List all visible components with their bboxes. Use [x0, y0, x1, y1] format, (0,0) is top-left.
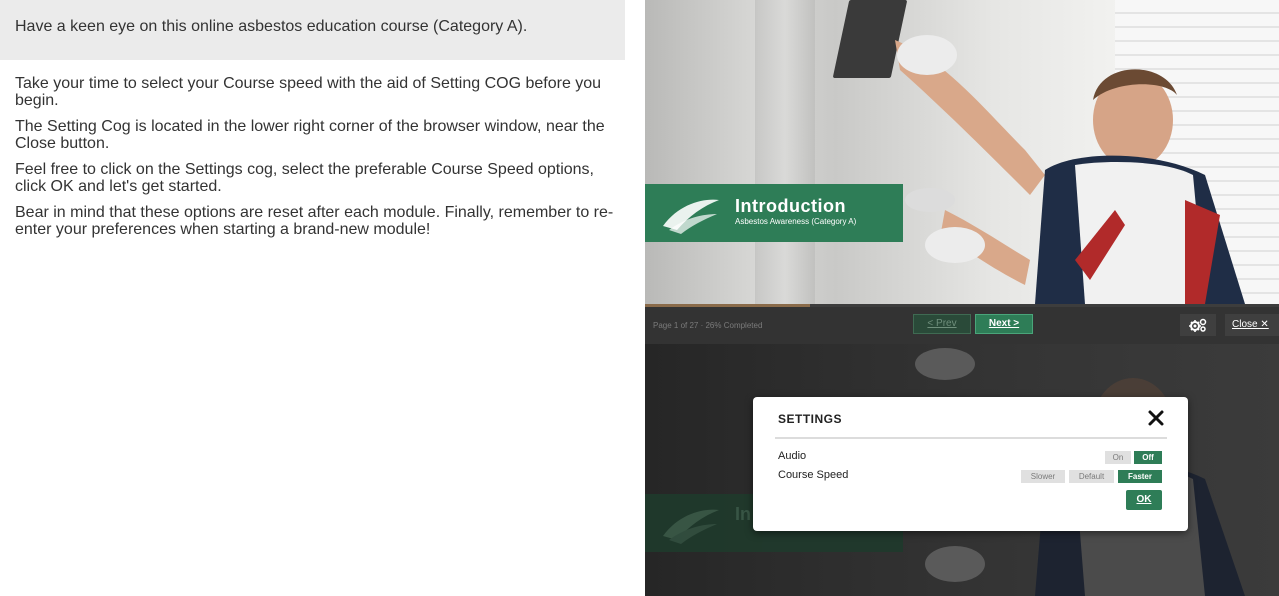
course-banner: Have a keen eye on this online asbestos … [0, 0, 625, 60]
dim-intro-title: In [735, 504, 751, 524]
intro-subtitle: Asbestos Awareness (Category A) [735, 217, 857, 226]
leaf-logo-icon [663, 199, 719, 234]
instruction-paragraph: Feel free to click on the Settings cog, … [15, 161, 594, 195]
speed-faster-option[interactable]: Faster [1118, 470, 1162, 483]
instruction-paragraph: Take your time to select your Course spe… [15, 75, 602, 109]
speed-default-option[interactable]: Default [1069, 470, 1114, 483]
audio-off-option[interactable]: Off [1134, 451, 1162, 464]
settings-dialog: SETTINGS Audio On Off Course Speed Slowe… [753, 397, 1188, 531]
instruction-paragraph: The Setting Cog is located in the lower … [15, 118, 605, 152]
instruction-paragraph: Bear in mind that these options are rese… [15, 204, 614, 238]
gear-icon [1189, 318, 1207, 332]
progress-track [645, 304, 1279, 307]
course-hero-image: Introduction Asbestos Awareness (Categor… [645, 0, 1279, 304]
page-info: Page 1 of 27 · 26% Completed [653, 321, 763, 330]
audio-label: Audio [778, 450, 807, 462]
divider [775, 437, 1167, 439]
ok-button[interactable]: OK [1126, 490, 1162, 510]
course-nav-bar: Page 1 of 27 · 26% Completed < Prev Next… [645, 304, 1279, 344]
settings-button[interactable] [1180, 314, 1216, 336]
intro-title: Introduction [735, 196, 846, 216]
worker-illustration [895, 35, 1245, 304]
next-button[interactable]: Next > [975, 314, 1033, 334]
course-speed-label: Course Speed [778, 469, 849, 481]
intro-badge: Introduction Asbestos Awareness (Categor… [645, 184, 903, 242]
close-button[interactable]: Close ✕ [1225, 314, 1279, 336]
speed-slower-option[interactable]: Slower [1021, 470, 1065, 483]
close-icon[interactable] [1147, 409, 1165, 427]
progress-fill [645, 304, 810, 307]
instructions-panel: Have a keen eye on this online asbestos … [0, 0, 625, 596]
course-player: Introduction Asbestos Awareness (Categor… [645, 0, 1279, 596]
instructions-text: Take your time to select your Course spe… [15, 75, 615, 247]
banner-text: Have a keen eye on this online asbestos … [15, 18, 528, 35]
dim-leaf-logo-icon [663, 509, 719, 544]
audio-on-option[interactable]: On [1105, 451, 1131, 464]
settings-title: SETTINGS [778, 412, 843, 426]
prev-button[interactable]: < Prev [913, 314, 971, 334]
